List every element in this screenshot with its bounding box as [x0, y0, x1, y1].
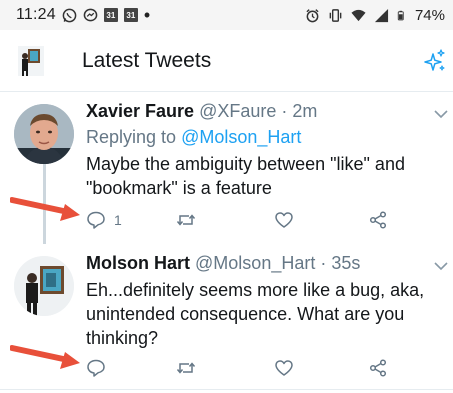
battery-percent: 74%: [414, 6, 445, 24]
messenger-icon: [83, 8, 98, 21]
author-handle[interactable]: @XFaure: [199, 101, 276, 121]
retweet-button[interactable]: [176, 356, 196, 380]
divider: [0, 389, 453, 390]
reply-button[interactable]: 1: [86, 208, 122, 232]
red-arrow-annotation: [10, 197, 80, 221]
like-button[interactable]: [274, 208, 294, 232]
share-icon: [369, 359, 387, 377]
whatsapp-icon: [62, 8, 77, 22]
reply-icon: [87, 359, 105, 377]
calendar-icon: 31: [123, 8, 138, 22]
tweet-actions: 1: [86, 208, 406, 232]
reply-button[interactable]: [86, 356, 114, 380]
tweet-text-line: Maybe the ambiguity between "like" and: [86, 154, 405, 174]
avatar[interactable]: [14, 104, 74, 164]
app-header: Latest Tweets: [0, 30, 453, 92]
battery-icon: [397, 10, 404, 20]
tweet-age: 2m: [292, 101, 318, 121]
share-button[interactable]: [368, 356, 388, 380]
tweet-text-line: Eh...definitely seems more like a bug, a…: [86, 280, 425, 300]
author-handle[interactable]: @Molson_Hart: [195, 253, 315, 273]
avatar[interactable]: [14, 256, 74, 316]
avatar-photo-icon: [14, 256, 74, 316]
retweet-icon: [176, 214, 196, 226]
status-bar: 11:24 31 31 • 74%: [0, 0, 453, 30]
status-time: 11:24: [16, 6, 56, 23]
share-button[interactable]: [368, 208, 388, 232]
profile-avatar-icon[interactable]: [18, 46, 44, 76]
retweet-button[interactable]: [176, 208, 196, 232]
tweet-text: Eh...definitely seems more like a bug, a…: [86, 278, 446, 350]
separator-dot: ·: [320, 253, 327, 273]
chevron-down-icon[interactable]: [434, 109, 448, 119]
separator-dot: ·: [281, 101, 288, 121]
like-button[interactable]: [274, 356, 294, 380]
replying-to-label: Replying to: [86, 127, 177, 147]
tweet-text-line: unintended consequence. What are you: [86, 304, 405, 324]
signal-icon: [374, 8, 389, 22]
replying-to-mention[interactable]: @Molson_Hart: [181, 127, 301, 147]
retweet-icon: [176, 362, 196, 374]
author-name[interactable]: Molson Hart: [86, 253, 190, 273]
notification-dot-icon: •: [143, 5, 151, 25]
author-name[interactable]: Xavier Faure: [86, 101, 194, 121]
replying-to-line: Replying to @Molson_Hart: [86, 127, 301, 148]
like-icon: [275, 360, 293, 376]
tweet-author-line: Molson Hart @Molson_Hart · 35s: [86, 253, 360, 274]
tweet-actions: [86, 356, 406, 380]
tweet-text: Maybe the ambiguity between "like" and "…: [86, 152, 446, 200]
reply-icon: [87, 211, 105, 229]
red-arrow-annotation: [10, 345, 80, 369]
reply-count: 1: [114, 212, 122, 228]
vibrate-icon: [329, 8, 342, 22]
wifi-icon: [351, 9, 366, 21]
chevron-down-icon[interactable]: [434, 261, 448, 271]
tweet-text-line: "bookmark" is a feature: [86, 178, 272, 198]
calendar-icon: 31: [103, 8, 118, 22]
tweet-text-line: thinking?: [86, 328, 159, 348]
tweet-age: 35s: [331, 253, 361, 273]
alarm-icon: [306, 8, 319, 22]
share-icon: [369, 211, 387, 229]
sparkle-icon[interactable]: [421, 48, 447, 74]
like-icon: [275, 212, 293, 228]
page-title: Latest Tweets: [82, 49, 212, 72]
avatar-photo-icon: [14, 104, 74, 164]
tweet-author-line: Xavier Faure @XFaure · 2m: [86, 101, 317, 122]
